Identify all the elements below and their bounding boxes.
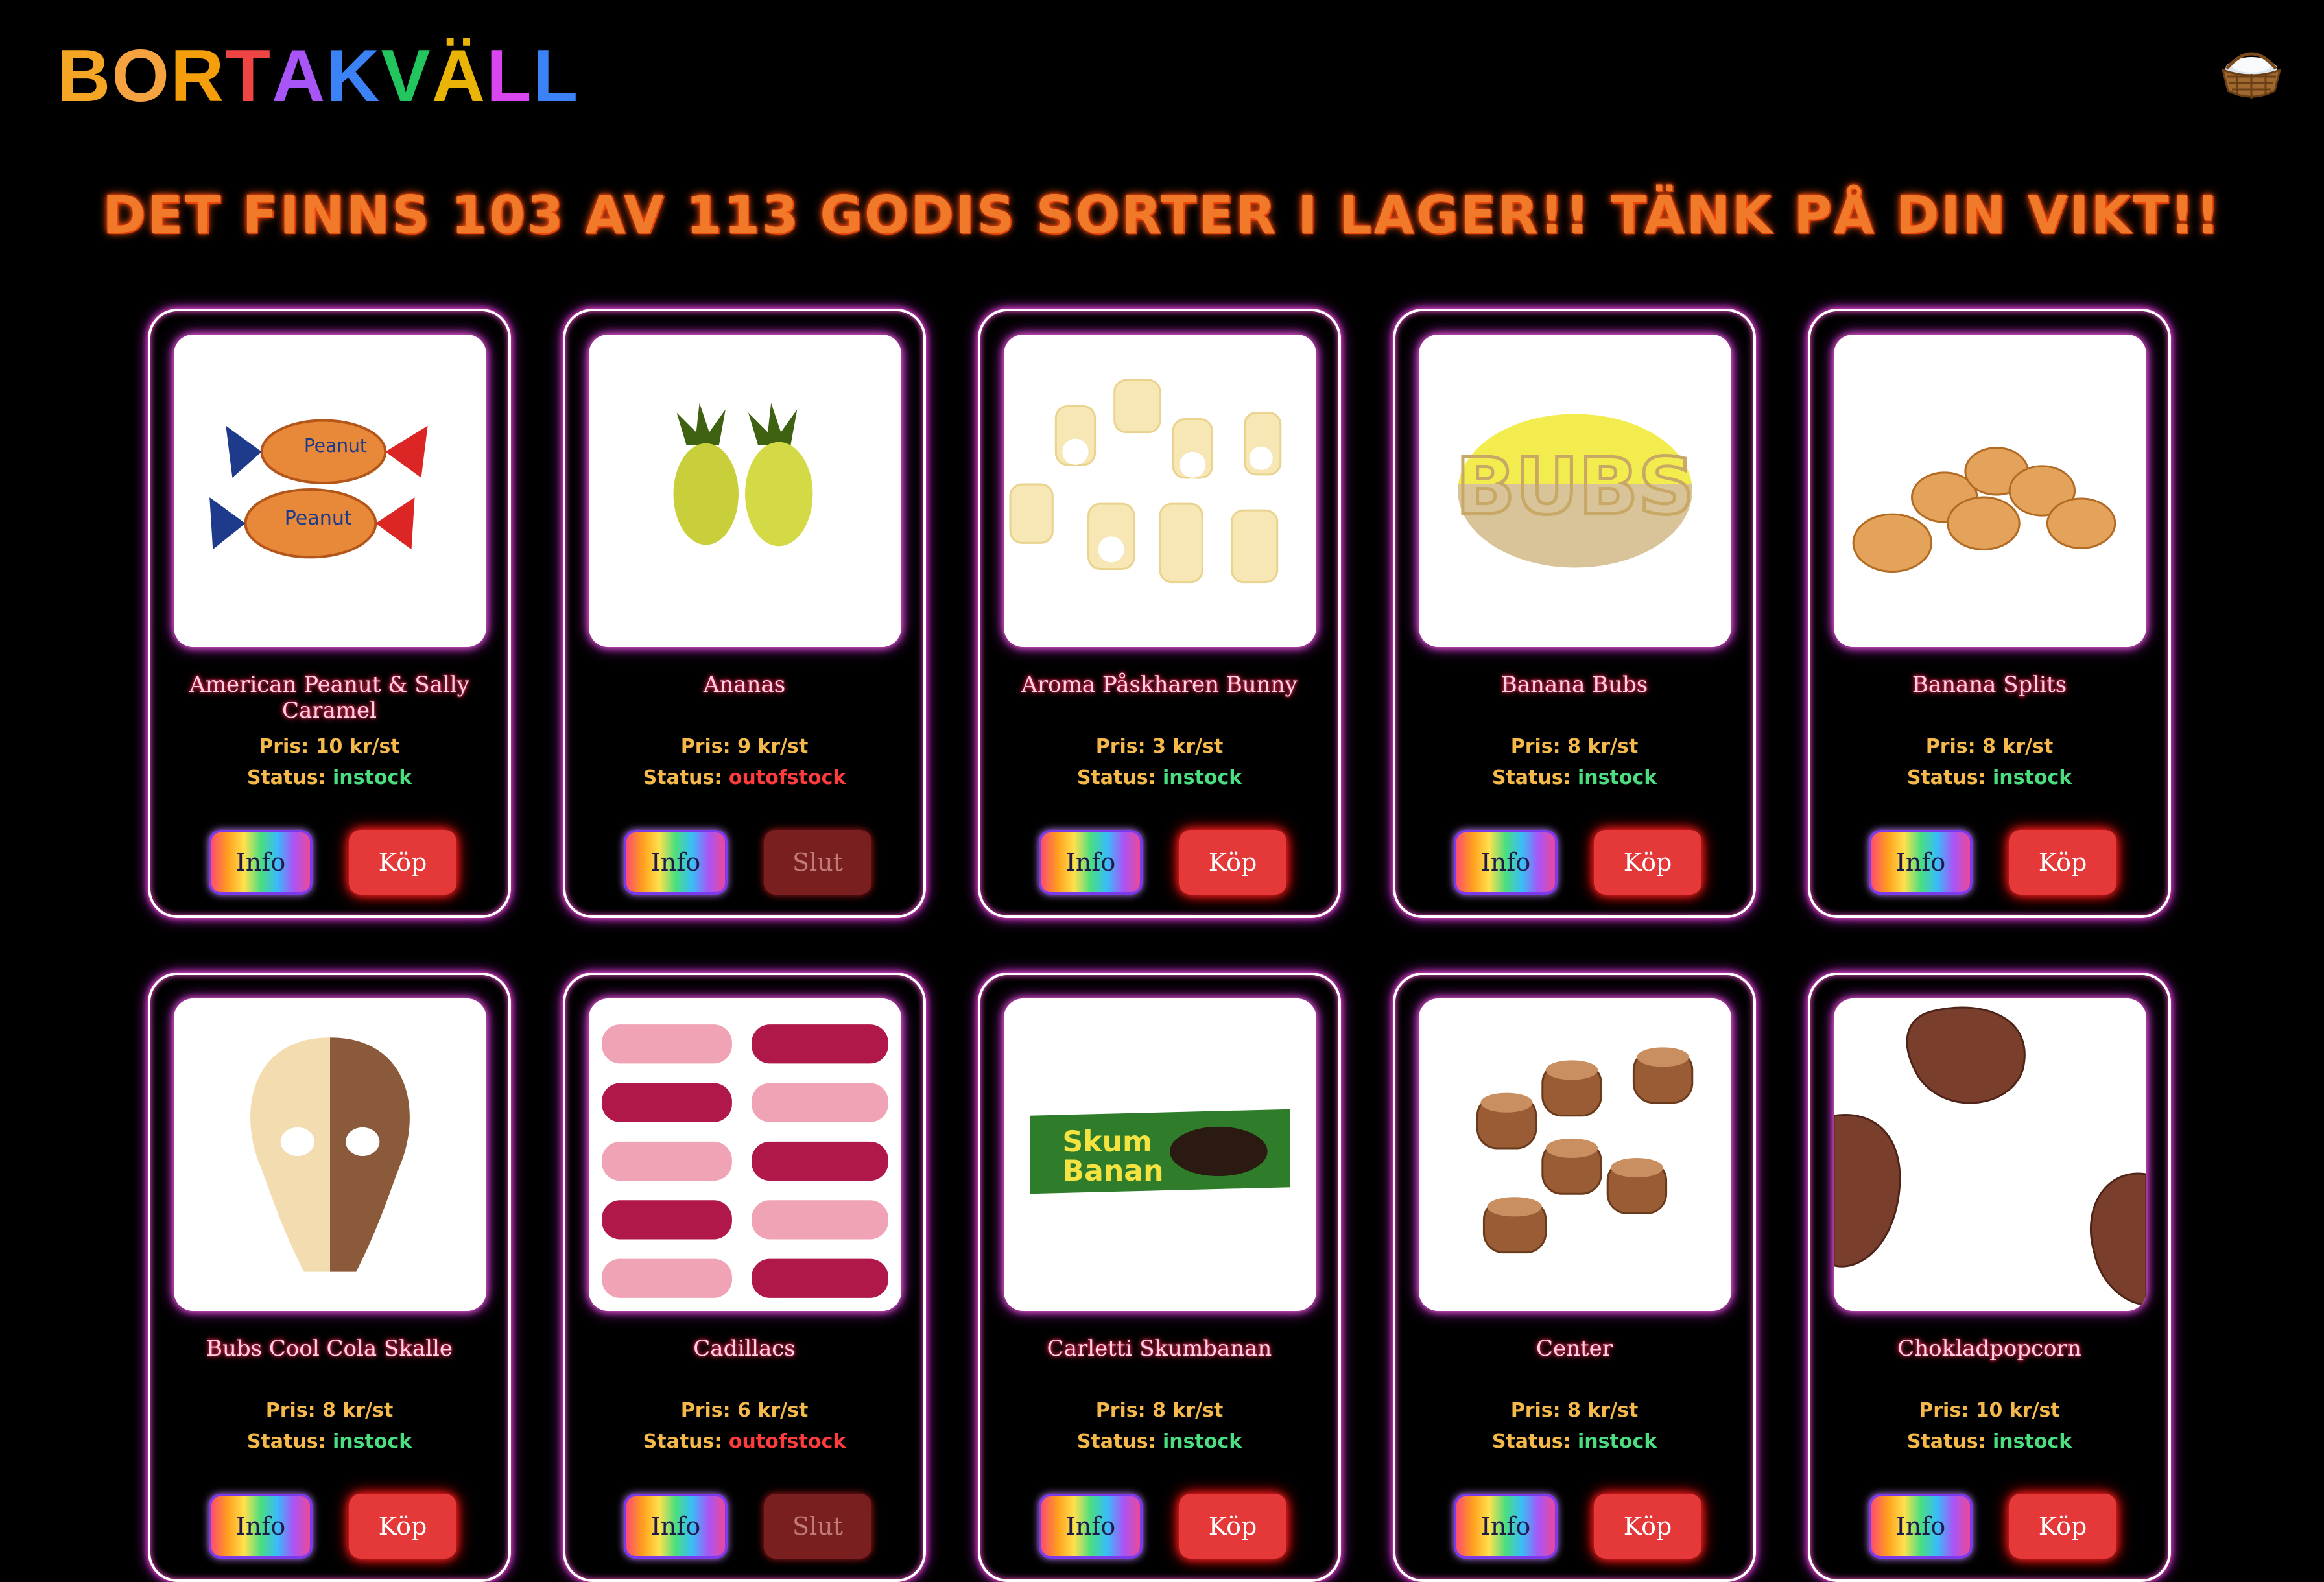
product-card: Chokladpopcorn Pris: 10 kr/st Status: in… — [1808, 973, 2171, 1582]
cadillac-candy-image[interactable] — [589, 998, 901, 1311]
status-value: instock — [1578, 766, 1657, 789]
status-value: instock — [1578, 1430, 1657, 1453]
status-label: Status: — [1076, 766, 1163, 789]
product-price: Pris: 8 kr/st — [1510, 1399, 1639, 1422]
product-card: Skum Banan Carletti Skumbanan Pris: 8 kr… — [978, 973, 1341, 1582]
buy-button[interactable]: Köp — [1179, 1494, 1286, 1559]
buy-button[interactable]: Köp — [2009, 830, 2116, 895]
info-button[interactable]: Info — [1869, 830, 1973, 895]
info-button[interactable]: Info — [1039, 830, 1143, 895]
product-status: Status: instock — [150, 1430, 508, 1453]
svg-text:Peanut: Peanut — [304, 435, 367, 456]
info-button[interactable]: Info — [209, 1494, 313, 1559]
info-button[interactable]: Info — [1869, 1494, 1973, 1559]
buy-button[interactable]: Köp — [1594, 830, 1702, 895]
product-price: Pris: 8 kr/st — [265, 1399, 394, 1422]
sold-out-button[interactable]: Slut — [764, 830, 872, 895]
product-price: Pris: 8 kr/st — [1095, 1399, 1224, 1422]
product-name: Cadillacs — [693, 1336, 796, 1362]
product-name: American Peanut & Sally Caramel — [189, 672, 469, 724]
bubs-candy-image[interactable]: BUBS — [1419, 335, 1731, 647]
sold-out-button[interactable]: Slut — [764, 1494, 872, 1559]
info-button[interactable]: Info — [624, 830, 728, 895]
buy-button[interactable]: Köp — [2009, 1494, 2116, 1559]
status-label: Status: — [1491, 766, 1578, 789]
product-card: Bubs Cool Cola Skalle Pris: 8 kr/st Stat… — [148, 973, 511, 1582]
info-button[interactable]: Info — [624, 1494, 728, 1559]
status-label: Status: — [1491, 1430, 1578, 1453]
product-name: Carletti Skumbanan — [1047, 1336, 1272, 1362]
info-button[interactable]: Info — [209, 830, 313, 895]
buy-button[interactable]: Köp — [1594, 1494, 1702, 1559]
pineapple-candy-image[interactable] — [589, 335, 901, 647]
svg-text:Banan: Banan — [1062, 1155, 1163, 1188]
svg-text:BUBS: BUBS — [1456, 442, 1694, 532]
status-label: Status: — [643, 1430, 729, 1453]
product-status: Status: instock — [980, 766, 1338, 789]
status-value: instock — [1993, 766, 2072, 789]
product-name: Banana Splits — [1912, 672, 2067, 698]
product-status: Status: instock — [1810, 1430, 2168, 1453]
product-price: Pris: 8 kr/st — [1925, 735, 2054, 758]
skumbanan-bar-image[interactable]: Skum Banan — [1004, 998, 1316, 1311]
product-name: Bubs Cool Cola Skalle — [206, 1336, 453, 1362]
status-value: instock — [1163, 766, 1242, 789]
product-name: Chokladpopcorn — [1897, 1336, 2081, 1362]
product-price: Pris: 10 kr/st — [1919, 1399, 2060, 1422]
svg-text:Skum: Skum — [1062, 1126, 1152, 1159]
product-price: Pris: 3 kr/st — [1095, 735, 1224, 758]
product-card: Center Pris: 8 kr/st Status: instock Inf… — [1393, 973, 1756, 1582]
product-status: Status: instock — [1395, 1430, 1753, 1453]
product-card: Banana Splits Pris: 8 kr/st Status: inst… — [1808, 309, 2171, 918]
buy-button[interactable]: Köp — [349, 1494, 456, 1559]
product-name: Banana Bubs — [1500, 672, 1648, 698]
product-card: Cadillacs Pris: 6 kr/st Status: outofsto… — [563, 973, 926, 1582]
info-button[interactable]: Info — [1454, 1494, 1558, 1559]
product-price: Pris: 10 kr/st — [259, 735, 400, 758]
caramel-candy-image[interactable]: Peanut Peanut — [174, 335, 486, 647]
product-status: Status: instock — [980, 1430, 1338, 1453]
product-grid: Peanut Peanut American Peanut & Sally Ca… — [0, 0, 2324, 1582]
status-value: instock — [1993, 1430, 2072, 1453]
status-value: instock — [333, 1430, 412, 1453]
product-card: Aroma Påskharen Bunny Pris: 3 kr/st Stat… — [978, 309, 1341, 918]
product-name: Center — [1536, 1336, 1613, 1362]
splits-candy-image[interactable] — [1834, 335, 2146, 647]
status-label: Status: — [246, 1430, 333, 1453]
product-name: Ananas — [703, 672, 786, 698]
bunny-candy-image[interactable] — [1004, 335, 1316, 647]
product-status: Status: instock — [150, 766, 508, 789]
product-price: Pris: 6 kr/st — [680, 1399, 809, 1422]
status-label: Status: — [1906, 1430, 1993, 1453]
chocolate-popcorn-image[interactable] — [1834, 998, 2146, 1311]
status-label: Status: — [1076, 1430, 1163, 1453]
info-button[interactable]: Info — [1039, 1494, 1143, 1559]
product-card: Peanut Peanut American Peanut & Sally Ca… — [148, 309, 511, 918]
info-button[interactable]: Info — [1454, 830, 1558, 895]
status-label: Status: — [246, 766, 333, 789]
status-value: outofstock — [728, 1430, 846, 1453]
buy-button[interactable]: Köp — [349, 830, 456, 895]
product-status: Status: outofstock — [565, 766, 923, 789]
product-name: Aroma Påskharen Bunny — [1021, 672, 1298, 698]
product-card: BUBS Banana Bubs Pris: 8 kr/st Status: i… — [1393, 309, 1756, 918]
product-status: Status: instock — [1810, 766, 2168, 789]
center-chocolate-image[interactable] — [1419, 998, 1731, 1311]
status-value: outofstock — [728, 766, 846, 789]
svg-text:Peanut: Peanut — [285, 507, 352, 530]
product-price: Pris: 8 kr/st — [1510, 735, 1639, 758]
status-label: Status: — [1906, 766, 1993, 789]
status-label: Status: — [643, 766, 729, 789]
product-status: Status: instock — [1395, 766, 1753, 789]
buy-button[interactable]: Köp — [1179, 830, 1286, 895]
product-price: Pris: 9 kr/st — [680, 735, 809, 758]
skull-candy-image[interactable] — [174, 998, 486, 1311]
product-status: Status: outofstock — [565, 1430, 923, 1453]
status-value: instock — [333, 766, 412, 789]
product-card: Ananas Pris: 9 kr/st Status: outofstock … — [563, 309, 926, 918]
status-value: instock — [1163, 1430, 1242, 1453]
